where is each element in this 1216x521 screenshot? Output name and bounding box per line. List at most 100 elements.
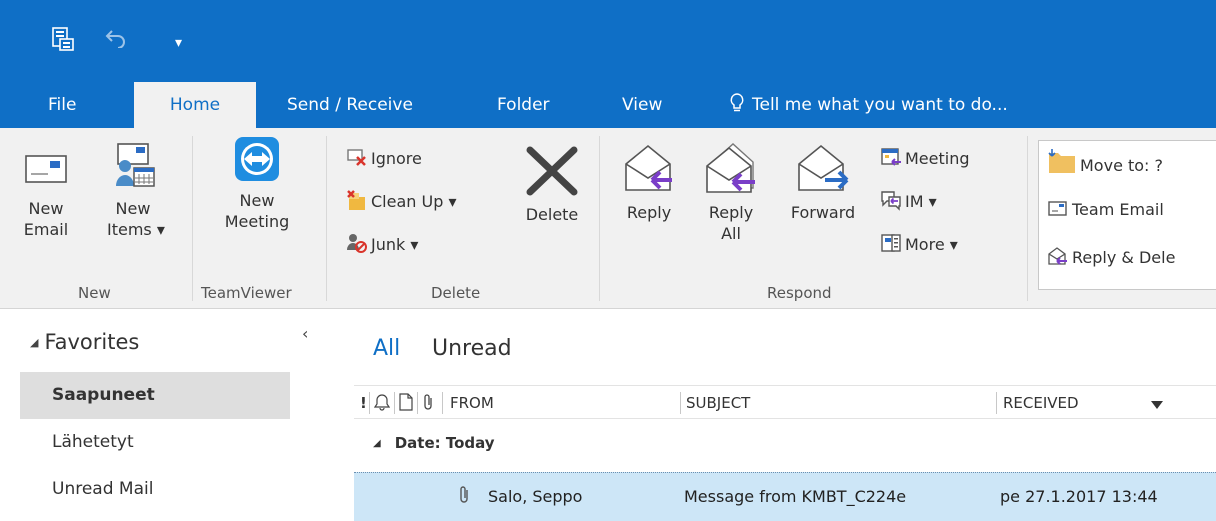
item-type-icon[interactable] (399, 393, 413, 415)
tab-folder[interactable]: Folder (497, 82, 550, 128)
new-items-label-2: Items ▾ (107, 220, 165, 239)
reply-all-label-2: All (721, 224, 741, 243)
quick-step-move-to[interactable]: Move to: ? (1047, 147, 1163, 176)
forward-icon (798, 144, 849, 191)
message-list: All Unread ! FROM SUBJECT RECEIVED ◢ Date… (330, 310, 1216, 521)
tell-me-text: Tell me what you want to do... (752, 95, 1008, 115)
nav-item-unread-mail[interactable]: Unread Mail (20, 466, 290, 513)
meeting-icon (881, 148, 901, 166)
more-respond-label: More ▾ (905, 235, 958, 254)
ribbon: New Email New Items ▾ New New Meeting Te… (0, 128, 1216, 309)
tab-home[interactable]: Home (134, 82, 256, 128)
move-to-label: Move to: ? (1080, 156, 1164, 175)
im-icon (881, 191, 901, 211)
nav-item-saapuneet[interactable]: Saapuneet (20, 372, 290, 419)
group-separator (192, 136, 193, 301)
group-separator (326, 136, 327, 301)
reply-delete-label: Reply & Dele (1072, 248, 1176, 267)
teamviewer-new-meeting-button[interactable]: New Meeting (212, 136, 302, 232)
sort-descending-icon[interactable] (1150, 396, 1164, 414)
reply-all-label-1: Reply (708, 203, 754, 222)
more-respond-icon (881, 234, 901, 252)
favorites-header[interactable]: ◢ Favorites (30, 330, 139, 354)
tab-file[interactable]: File (48, 82, 76, 128)
im-button[interactable]: IM ▾ (880, 189, 937, 212)
nav-item-lahetetyt[interactable]: Lähetetyt (20, 419, 290, 466)
table-row[interactable]: Salo, Seppo Message from KMBT_C224e pe 2… (354, 472, 1216, 521)
junk-label: Junk ▾ (371, 235, 419, 254)
title-bar: ▾ (0, 0, 1216, 82)
new-meeting-label-2: Meeting (224, 212, 290, 231)
send-receive-all-icon[interactable] (52, 27, 74, 51)
ribbon-tabs: File Home Send / Receive Folder View Tel… (0, 82, 1216, 128)
customize-toolbar-icon[interactable]: ▾ (175, 36, 182, 50)
meeting-button[interactable]: Meeting (880, 146, 970, 169)
reply-label: Reply (626, 203, 672, 222)
filter-unread[interactable]: Unread (432, 336, 512, 361)
column-separator (996, 392, 997, 414)
column-separator (394, 392, 395, 414)
quick-steps-gallery: Move to: ? Team Email Reply & Dele (1038, 140, 1216, 290)
ignore-label: Ignore (371, 149, 422, 168)
tell-me-search[interactable]: Tell me what you want to do... (730, 82, 1008, 128)
attachment-icon (458, 485, 470, 509)
column-headers: ! FROM SUBJECT RECEIVED (354, 385, 1216, 419)
reply-button[interactable]: Reply (620, 140, 678, 223)
ignore-button[interactable]: Ignore (346, 146, 422, 169)
message-received: pe 27.1.2017 13:44 (1000, 487, 1158, 506)
group-label-new: New (78, 284, 111, 302)
new-meeting-label-1: New (239, 191, 275, 210)
more-respond-button[interactable]: More ▾ (880, 232, 958, 255)
collapse-group-icon: ◢ (373, 438, 381, 449)
column-subject[interactable]: SUBJECT (686, 394, 750, 412)
new-items-icon (116, 143, 155, 187)
delete-button[interactable]: Delete (518, 144, 586, 225)
navigation-pane: ◢ Favorites ‹ Saapuneet Lähetetyt Unread … (0, 310, 330, 521)
group-header-today[interactable]: ◢ Date: Today (373, 434, 495, 452)
meeting-label: Meeting (905, 149, 970, 168)
favorites-title: Favorites (44, 330, 140, 354)
quick-step-team-email[interactable]: Team Email (1047, 199, 1164, 220)
reminder-bell-icon[interactable] (373, 393, 391, 415)
group-separator (1027, 136, 1028, 301)
new-items-button[interactable]: New Items ▾ (107, 140, 165, 240)
clean-up-label: Clean Up ▾ (371, 192, 457, 211)
group-header-label: Date: Today (394, 434, 495, 452)
new-email-button[interactable]: New Email (22, 146, 70, 240)
expand-triangle-icon: ◢ (30, 336, 39, 349)
group-label-respond: Respond (767, 284, 832, 302)
quick-step-reply-delete[interactable]: Reply & Dele (1047, 245, 1175, 268)
im-label: IM ▾ (905, 192, 937, 211)
reply-icon (625, 144, 672, 191)
filter-all[interactable]: All (373, 336, 400, 361)
reply-delete-icon (1048, 247, 1067, 265)
group-separator (599, 136, 600, 301)
column-separator (680, 392, 681, 414)
forward-button[interactable]: Forward (780, 140, 866, 223)
message-subject: Message from KMBT_C224e (684, 487, 907, 506)
collapse-pane-icon[interactable]: ‹ (302, 324, 308, 343)
teamviewer-icon (235, 137, 279, 181)
team-email-label: Team Email (1072, 200, 1164, 219)
column-from[interactable]: FROM (450, 394, 494, 412)
tab-send-receive[interactable]: Send / Receive (287, 82, 413, 128)
clean-up-button[interactable]: Clean Up ▾ (346, 189, 456, 212)
forward-label: Forward (790, 203, 856, 222)
column-separator (417, 392, 418, 414)
column-separator (369, 392, 370, 414)
message-from: Salo, Seppo (488, 487, 583, 506)
junk-button[interactable]: Junk ▾ (346, 232, 418, 255)
column-importance[interactable]: ! (360, 394, 367, 412)
junk-icon (347, 234, 367, 253)
lightbulb-icon (730, 93, 744, 112)
envelope-icon (25, 155, 67, 183)
column-received[interactable]: RECEIVED (1003, 394, 1079, 412)
tab-view[interactable]: View (622, 82, 662, 128)
folder-move-icon (1048, 149, 1075, 173)
undo-icon[interactable] (105, 28, 127, 49)
new-items-label-1: New (115, 199, 151, 218)
attachment-column-icon[interactable] (422, 393, 434, 415)
group-label-delete: Delete (431, 284, 481, 302)
reply-all-button[interactable]: Reply All (700, 136, 762, 244)
reply-all-icon (706, 143, 755, 193)
